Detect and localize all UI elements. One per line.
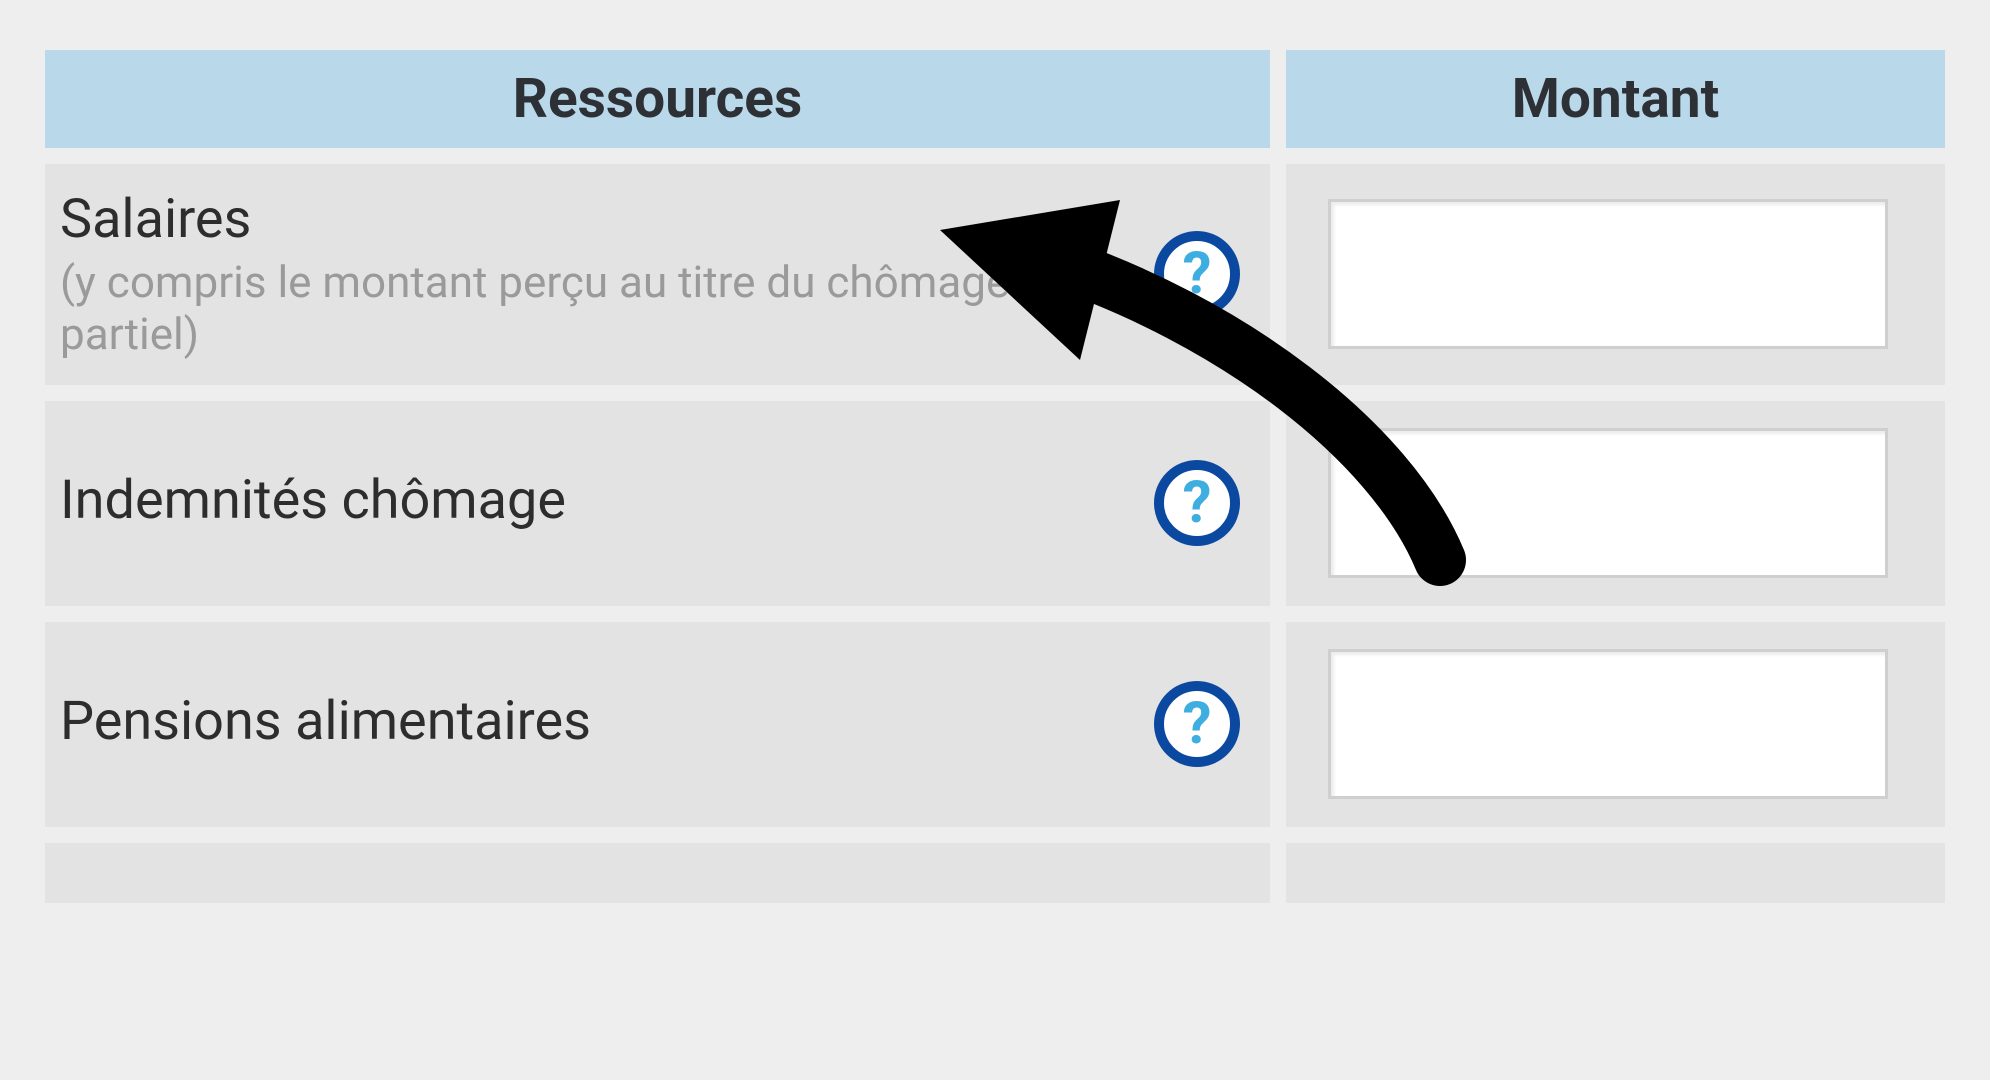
header-resources: Ressources: [45, 50, 1270, 148]
resource-cell-pensions: Pensions alimentaires ?: [45, 622, 1270, 827]
resource-sublabel: (y compris le montant perçu au titre du …: [60, 257, 1070, 361]
header-amount: Montant: [1286, 50, 1945, 148]
amount-cell: [1286, 401, 1945, 606]
table-header-row: Ressources Montant: [45, 50, 1945, 148]
resource-label: Salaires: [60, 188, 1070, 251]
resource-cell-empty: [45, 843, 1270, 903]
resource-label: Pensions alimentaires: [60, 690, 591, 753]
table-row: Indemnités chômage ?: [45, 401, 1945, 606]
help-icon[interactable]: ?: [1154, 231, 1240, 317]
amount-cell: [1286, 622, 1945, 827]
table-row: [45, 843, 1945, 903]
table-row: Pensions alimentaires ?: [45, 622, 1945, 827]
amount-cell-empty: [1286, 843, 1945, 903]
help-icon[interactable]: ?: [1154, 460, 1240, 546]
amount-cell: [1286, 164, 1945, 385]
resources-table: Ressources Montant Salaires (y compris l…: [0, 0, 1990, 903]
resource-label: Indemnités chômage: [60, 469, 566, 532]
amount-input-pensions[interactable]: [1328, 649, 1888, 799]
resource-cell-salaires: Salaires (y compris le montant perçu au …: [45, 164, 1270, 385]
help-icon[interactable]: ?: [1154, 681, 1240, 767]
resource-cell-indemnites: Indemnités chômage ?: [45, 401, 1270, 606]
table-row: Salaires (y compris le montant perçu au …: [45, 164, 1945, 385]
amount-input-salaires[interactable]: [1328, 199, 1888, 349]
amount-input-indemnites[interactable]: [1328, 428, 1888, 578]
